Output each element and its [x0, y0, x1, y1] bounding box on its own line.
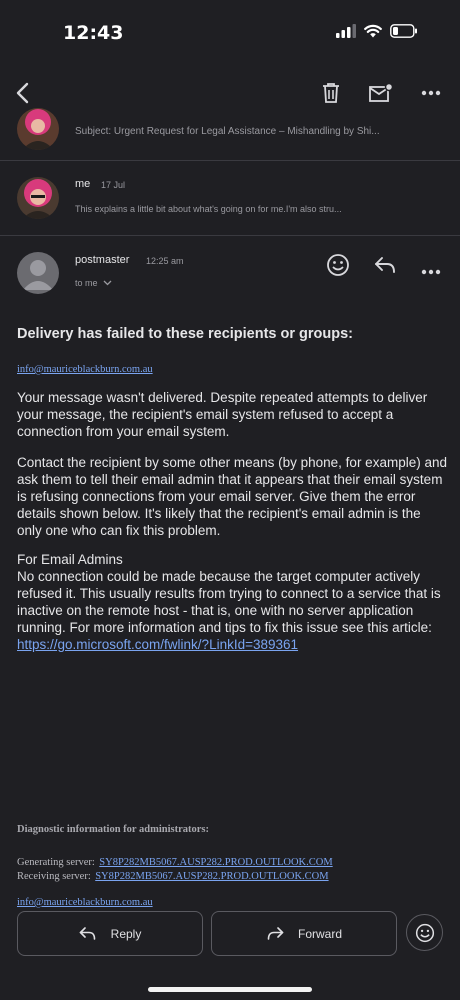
recipient-toggle[interactable]: to me — [75, 278, 112, 288]
receiving-server-label: Receiving server: — [17, 871, 91, 882]
emoji-reaction-button[interactable] — [406, 914, 443, 951]
message-sender: postmaster — [75, 254, 130, 266]
email-heading: Delivery has failed to these recipients … — [17, 326, 354, 342]
previous-message-subject: Subject: Urgent Request for Legal Assist… — [75, 126, 380, 137]
back-arrow-icon[interactable] — [8, 78, 38, 108]
reply-icon — [79, 926, 95, 940]
paragraph-undelivered: Your message wasn't delivered. Despite r… — [17, 390, 428, 439]
status-icons — [336, 24, 418, 38]
divider — [0, 160, 460, 161]
reply-icon[interactable] — [373, 256, 397, 279]
divider — [0, 235, 460, 236]
paragraph-contact-recipient: Contact the recipient by some other mean… — [17, 455, 447, 538]
mark-unread-icon[interactable] — [366, 78, 396, 108]
message-date: 17 Jul — [101, 180, 126, 190]
status-bar: 12:43 — [0, 0, 460, 64]
avatar — [17, 252, 59, 294]
recipient-label: to me — [75, 278, 98, 288]
footer-email-link[interactable]: info@mauriceblackburn.com.au — [17, 892, 153, 910]
message-snippet: This explains a little bit about what's … — [75, 204, 342, 214]
receiving-server-link[interactable]: SY8P282MB5067.AUSP282.PROD.OUTLOOK.COM — [95, 871, 328, 882]
reply-button[interactable]: Reply — [17, 911, 203, 956]
message-more-icon[interactable] — [421, 262, 441, 280]
forward-button-label: Forward — [297, 926, 342, 941]
trash-icon[interactable] — [316, 78, 346, 108]
email-admins-title: For Email Admins — [17, 552, 123, 567]
email-admins-text: No connection could be made because the … — [17, 568, 447, 653]
home-indicator[interactable] — [148, 987, 312, 992]
battery-icon — [390, 24, 417, 38]
recipient-email-link[interactable]: info@mauriceblackburn.com.au — [17, 359, 153, 377]
message-sender: me — [75, 178, 91, 190]
diagnostic-title: Diagnostic information for administrator… — [17, 824, 209, 835]
status-time: 12:43 — [63, 22, 124, 44]
footer-email-text: info@mauriceblackburn.com.au — [17, 897, 153, 908]
chevron-down-icon — [103, 280, 111, 286]
message-time: 12:25 am — [146, 256, 184, 266]
email-admins-body: No connection could be made because the … — [17, 569, 441, 635]
avatar — [17, 177, 59, 219]
signal-icon — [336, 24, 356, 38]
forward-icon — [267, 926, 284, 940]
avatar — [17, 108, 59, 150]
more-options-icon[interactable] — [416, 78, 446, 108]
article-link[interactable]: https://go.microsoft.com/fwlink/?LinkId=… — [17, 637, 298, 652]
forward-button[interactable]: Forward — [211, 911, 397, 956]
emoji-react-icon[interactable] — [326, 253, 350, 282]
receiving-server-row: Receiving server: SY8P282MB5067.AUSP282.… — [17, 866, 329, 884]
wifi-icon — [364, 24, 382, 38]
email-admins-section: For Email Admins No connection could be … — [17, 551, 447, 653]
recipient-email-text: info@mauriceblackburn.com.au — [17, 364, 153, 375]
smiley-icon — [415, 923, 434, 942]
app-bar — [0, 64, 460, 124]
reply-button-label: Reply — [110, 926, 142, 941]
